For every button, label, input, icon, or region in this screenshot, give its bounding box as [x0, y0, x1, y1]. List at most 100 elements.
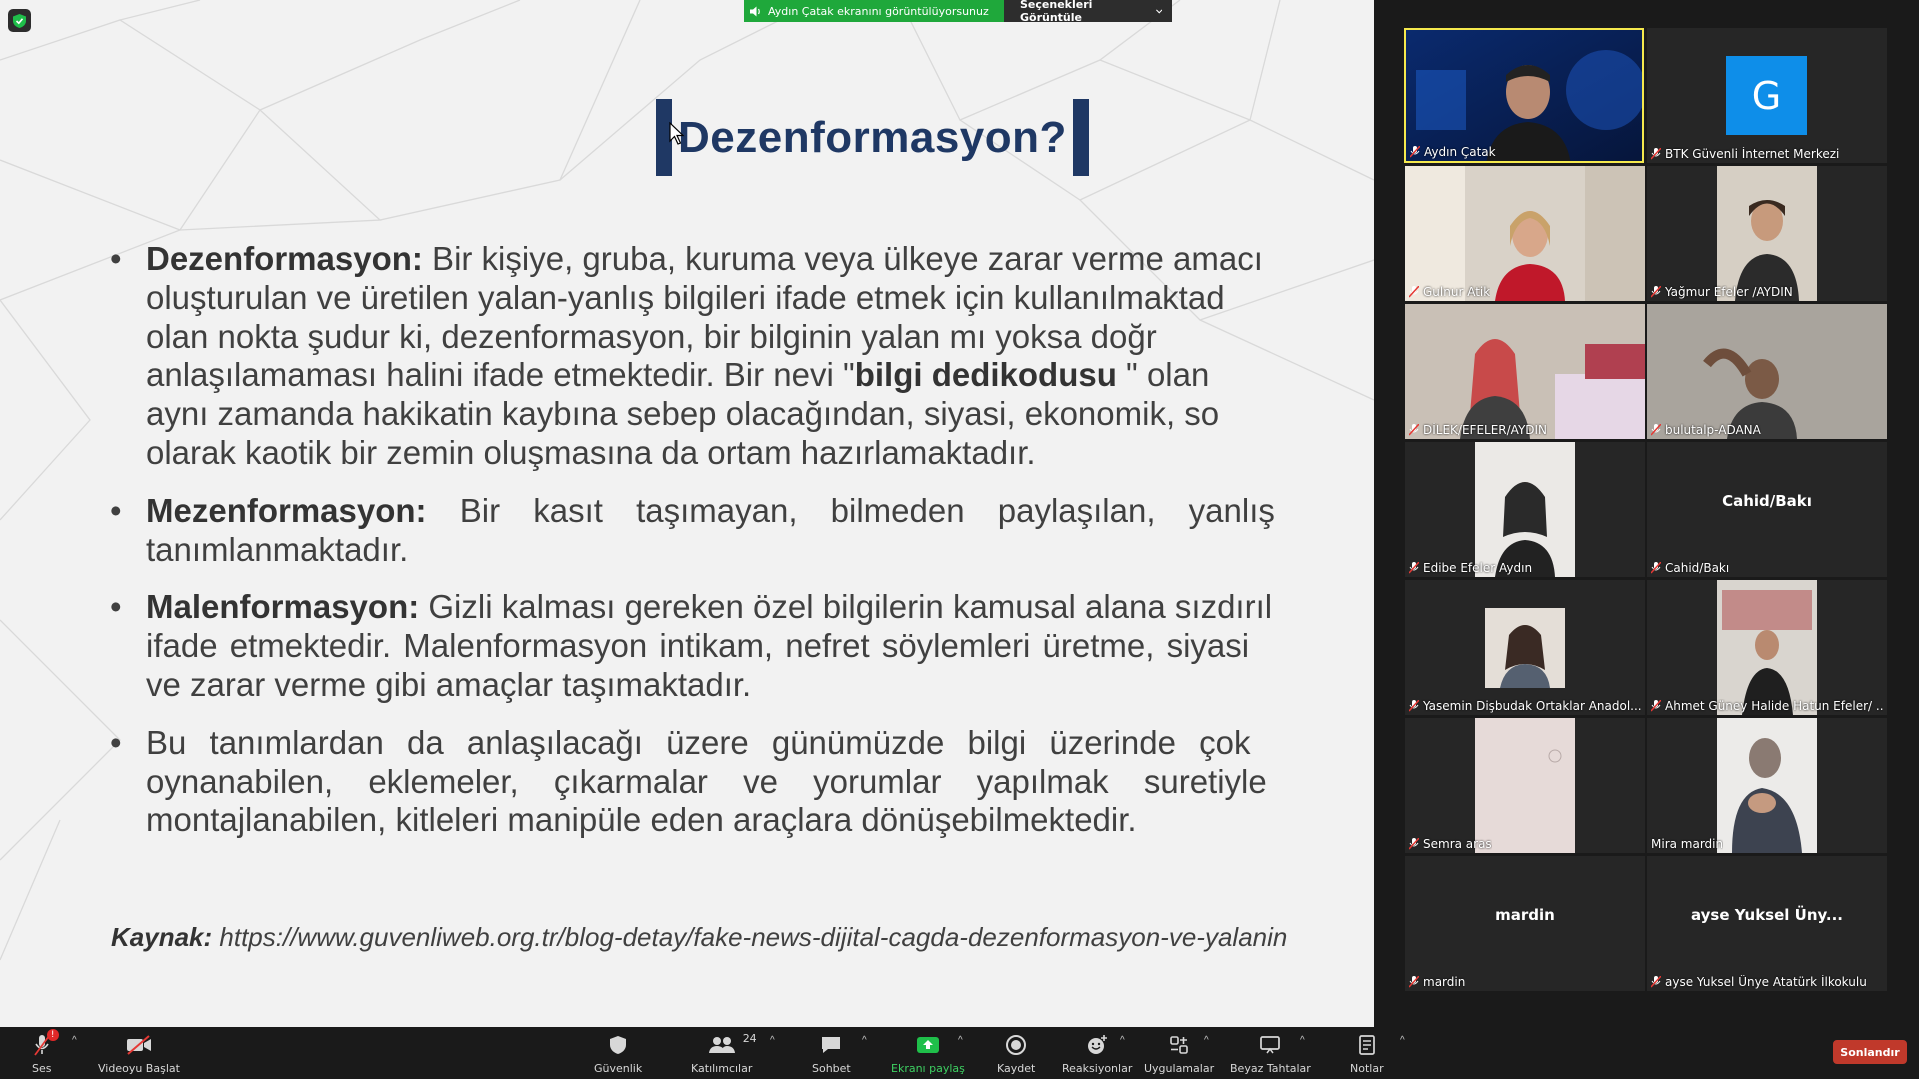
- sharing-text: Aydın Çatak ekranını görüntülüyorsunuz: [768, 4, 989, 18]
- whiteboards-button[interactable]: Beyaz Tahtalar: [1230, 1032, 1311, 1075]
- chat-icon: [822, 1037, 841, 1053]
- participant-name: Aydın Çatak: [1410, 145, 1496, 159]
- bullet-malenformasyon: • Malenformasyon: Gizli kalması gereken …: [110, 588, 1370, 704]
- bullet-dezenformasyon: • Dezenformasyon: Bir kişiye, gruba, kur…: [110, 240, 1370, 473]
- participant-tile[interactable]: G BTK Güvenli İnternet Merkezi: [1647, 28, 1887, 163]
- bullet-dot: •: [110, 491, 122, 529]
- participant-video: [1405, 442, 1645, 577]
- title-right-bar: [1072, 99, 1089, 176]
- audio-button[interactable]: ! Ses: [32, 1029, 59, 1075]
- participant-video: [1647, 166, 1887, 301]
- apps-options-chevron-icon[interactable]: ^: [1204, 1035, 1209, 1046]
- muted-mic-icon: [1651, 561, 1662, 574]
- participant-tile[interactable]: Aydın Çatak: [1404, 28, 1644, 163]
- muted-mic-icon: [1651, 423, 1662, 436]
- record-label: Kaydet: [997, 1062, 1036, 1075]
- end-meeting-button[interactable]: Sonlandır: [1833, 1040, 1907, 1064]
- bullet-line: aynı zamanda hakikatin kaybına sebep ola…: [146, 395, 1220, 433]
- participants-icon: [708, 1037, 735, 1053]
- speaker-icon: [750, 6, 760, 16]
- participant-name: Semra aras: [1409, 837, 1492, 851]
- participant-tile[interactable]: Edibe Efeler Aydın: [1405, 442, 1645, 577]
- participant-video: [1405, 580, 1645, 715]
- meeting-toolbar: ! Ses ^ Videoyu Başlat Güvenlik 24 Katıl…: [0, 1027, 1919, 1079]
- participant-display-name: ayse Yuksel Üny...: [1690, 906, 1843, 924]
- participant-tile[interactable]: mardin mardin: [1405, 856, 1645, 991]
- audio-options-chevron-icon[interactable]: ^: [72, 1035, 77, 1046]
- muted-mic-icon: [1409, 285, 1420, 298]
- video-off-icon: [126, 1035, 151, 1055]
- participant-video: [1647, 304, 1887, 439]
- participant-name: BTK Güvenli İnternet Merkezi: [1651, 147, 1839, 161]
- security-label: Güvenlik: [594, 1062, 643, 1075]
- muted-mic-icon: [1651, 285, 1662, 298]
- participant-name: Edibe Efeler Aydın: [1409, 561, 1532, 575]
- participant-name: bulutalp-ADANA: [1651, 423, 1761, 437]
- participant-tile[interactable]: Yasemin Dişbudak Ortaklar Anadol...: [1405, 580, 1645, 715]
- muted-mic-icon: [1409, 423, 1420, 436]
- bullet-line: olan nokta şudur ki, dezenformasyon, bir…: [146, 317, 1157, 355]
- start-video-label: Videoyu Başlat: [98, 1062, 180, 1075]
- participant-video: [1405, 166, 1645, 301]
- participant-tile[interactable]: Gulnur Atik: [1405, 166, 1645, 301]
- notes-button[interactable]: Notlar: [1350, 1032, 1384, 1075]
- audio-label: Ses: [32, 1062, 52, 1075]
- start-video-button[interactable]: Videoyu Başlat: [98, 1032, 180, 1075]
- participants-label: Katılımcılar: [691, 1062, 753, 1075]
- muted-mic-icon: [1409, 699, 1420, 712]
- whiteboards-label: Beyaz Tahtalar: [1230, 1062, 1311, 1075]
- bullet-dot: •: [110, 723, 122, 761]
- bullet-line: Mezenformasyon: Bir kasıt taşımayan, bil…: [146, 491, 1275, 529]
- participant-name: mardin: [1409, 975, 1465, 989]
- participant-display-name: mardin: [1495, 906, 1555, 924]
- sharing-indicator: Aydın Çatak ekranını görüntülüyorsunuz: [744, 0, 1004, 22]
- participants-options-chevron-icon[interactable]: ^: [770, 1035, 775, 1046]
- participant-tile[interactable]: Yağmur Efeler /AYDIN: [1647, 166, 1887, 301]
- bullet-line: ifade etmektedir. Malenformasyon intikam…: [146, 627, 1250, 665]
- participant-tile[interactable]: Ahmet Güney Halide Hatun Efeler/ ...: [1647, 580, 1887, 715]
- whiteboards-options-chevron-icon[interactable]: ^: [1300, 1035, 1305, 1046]
- share-options-chevron-icon[interactable]: ^: [958, 1035, 963, 1046]
- participant-tile[interactable]: Cahid/Bakı Cahid/Bakı: [1647, 442, 1887, 577]
- bold-phrase: bilgi dedikodusu: [854, 356, 1117, 394]
- screen-share-banner: Aydın Çatak ekranını görüntülüyorsunuz S…: [744, 0, 1172, 24]
- apps-icon: [1170, 1036, 1188, 1054]
- apps-label: Uygulamalar: [1144, 1062, 1215, 1075]
- security-button[interactable]: Güvenlik: [594, 1032, 642, 1075]
- participant-video: [1405, 718, 1645, 853]
- shield-icon: [610, 1036, 627, 1054]
- bullet-dot: •: [110, 240, 122, 277]
- view-options-button[interactable]: Seçenekleri Görüntüle: [1004, 0, 1172, 24]
- bullet-line: tanımlanmaktadır.: [146, 530, 409, 568]
- participant-video: [1647, 718, 1887, 853]
- share-screen-icon: [916, 1037, 939, 1053]
- more-options-chevron-icon[interactable]: ^: [1400, 1035, 1405, 1046]
- muted-mic-icon: [1410, 145, 1421, 158]
- record-icon: [1006, 1035, 1027, 1055]
- chat-button[interactable]: Sohbet: [812, 1032, 851, 1075]
- participant-name: DİLEK/EFELER/AYDIN: [1409, 423, 1547, 437]
- bullet-line: Dezenformasyon: Bir kişiye, gruba, kurum…: [146, 240, 1263, 277]
- participant-tile[interactable]: ayse Yuksel Üny... ayse Yuksel Ünye Atat…: [1647, 856, 1887, 991]
- chat-options-chevron-icon[interactable]: ^: [862, 1035, 867, 1046]
- participant-tile[interactable]: Semra aras: [1405, 718, 1645, 853]
- share-screen-button[interactable]: Ekranı paylaş: [891, 1032, 965, 1075]
- slide-bullets: • Dezenformasyon: Bir kişiye, gruba, kur…: [110, 240, 1370, 859]
- emoji-plus-icon: [1088, 1035, 1108, 1054]
- shared-screen: Aydın Çatak ekranını görüntülüyorsunuz S…: [0, 0, 1374, 1027]
- muted-mic-icon: [1651, 147, 1662, 160]
- muted-mic-icon: [1651, 975, 1662, 988]
- participant-tile[interactable]: DİLEK/EFELER/AYDIN: [1405, 304, 1645, 439]
- slide-source: Kaynak: https://www.guvenliweb.org.tr/bl…: [111, 922, 1287, 953]
- participant-tile[interactable]: bulutalp-ADANA: [1647, 304, 1887, 439]
- participant-tile[interactable]: Mira mardin: [1647, 718, 1887, 853]
- participant-video: [1405, 304, 1645, 439]
- muted-mic-icon: [1409, 561, 1420, 574]
- participants-button[interactable]: 24 Katılımcılar: [691, 1032, 757, 1075]
- source-label: Kaynak:: [111, 922, 213, 952]
- reactions-options-chevron-icon[interactable]: ^: [1120, 1035, 1125, 1046]
- security-status-icon[interactable]: [8, 9, 31, 32]
- zoom-meeting-window: Aydın Çatak ekranını görüntülüyorsunuz S…: [0, 0, 1919, 1079]
- participant-name: Gulnur Atik: [1409, 285, 1490, 299]
- record-button[interactable]: Kaydet: [997, 1032, 1035, 1075]
